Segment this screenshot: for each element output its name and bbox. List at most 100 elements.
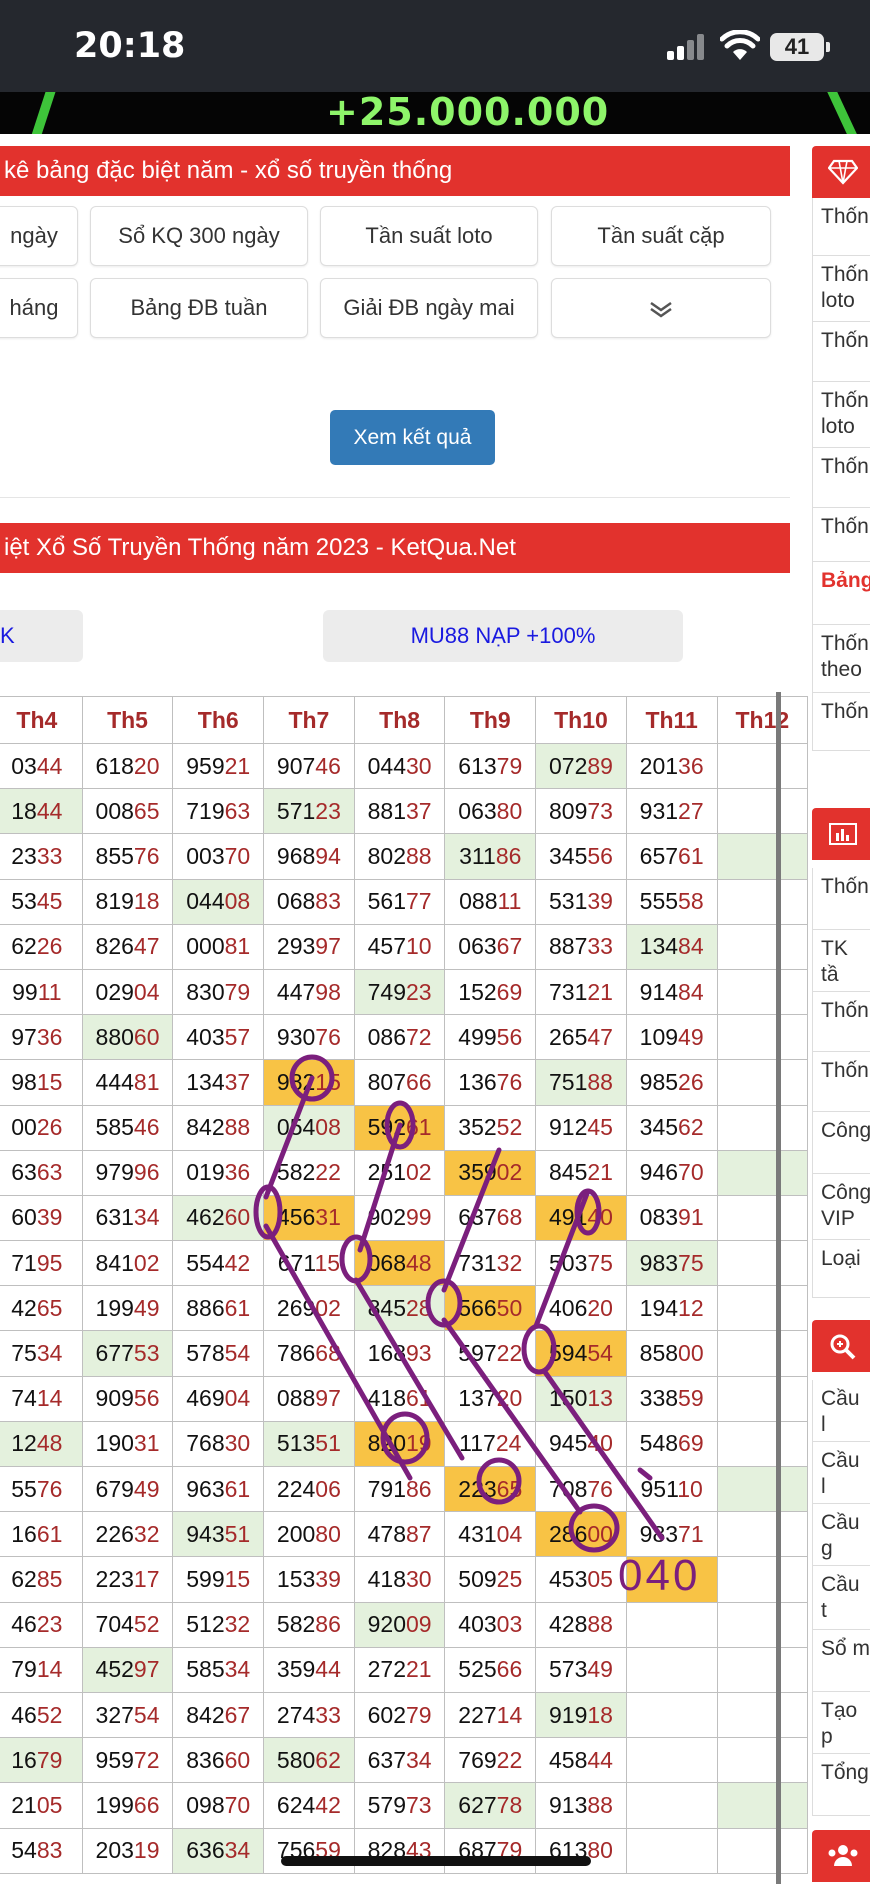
- result-cell: 45844: [535, 1737, 627, 1784]
- promo-link-mu88[interactable]: MU88 NẠP +100%: [323, 610, 683, 662]
- cell-tail-digits: 10: [405, 933, 432, 960]
- cell-prefix: 677: [95, 1340, 134, 1367]
- sidebar-link[interactable]: Thốn: [812, 868, 870, 930]
- result-cell: 1844: [0, 788, 83, 835]
- cell-prefix: 902: [367, 1204, 406, 1231]
- sidebar-link[interactable]: Thốn: [812, 693, 870, 751]
- result-cell: 34562: [625, 1104, 718, 1151]
- cell-prefix: 637: [367, 1746, 406, 1773]
- sidebar-link[interactable]: Tổng: [812, 1754, 870, 1816]
- cell-tail-digits: 14: [36, 1656, 63, 1683]
- table-row: 9911 02904 83079 44798 74923 15269 73121 91484: [0, 968, 809, 1016]
- nav-button-days[interactable]: ngày: [0, 206, 78, 266]
- cell-tail-digits: 61: [224, 1475, 251, 1502]
- cell-prefix: 613: [458, 752, 497, 779]
- view-results-button[interactable]: Xem kết quả: [330, 410, 495, 465]
- cell-prefix: 251: [367, 1159, 406, 1186]
- cell-prefix: 044: [367, 752, 406, 779]
- result-cell: 90746: [263, 742, 355, 790]
- sidebar-link[interactable]: Thốn loto: [812, 256, 870, 322]
- result-cell: 85800: [625, 1330, 718, 1377]
- promo-link-left[interactable]: K: [0, 610, 83, 662]
- nav-button-loto-frequency[interactable]: Tần suất loto: [320, 206, 538, 266]
- table-row: 6039 63134 46260 45631 90299 63768 49140 08391: [0, 1194, 809, 1242]
- cell-tail-digits: 56: [133, 1385, 160, 1412]
- sidebar-link[interactable]: Thốn: [812, 322, 870, 382]
- result-cell: 65761: [625, 833, 718, 880]
- result-cell: 13437: [172, 1059, 265, 1106]
- sidebar-link[interactable]: Cầu t: [812, 1566, 870, 1630]
- cell-tail-digits: 66: [133, 1791, 160, 1818]
- cell-prefix: 083: [639, 1204, 679, 1231]
- promo-banner[interactable]: +25.000.000: [0, 92, 870, 134]
- sidebar-link[interactable]: Sổ m: [812, 1630, 870, 1692]
- sidebar-link[interactable]: Cầu l: [812, 1380, 870, 1442]
- cell-tail-digits: 58: [678, 888, 704, 915]
- nav-button-month[interactable]: háng: [0, 278, 78, 338]
- sidebar-link[interactable]: Thốn loto: [812, 382, 870, 448]
- cell-tail-digits: 47: [133, 933, 160, 960]
- cell-prefix: 53: [11, 888, 37, 915]
- cell-tail-digits: 65: [133, 797, 160, 824]
- result-cell: 90299: [353, 1194, 446, 1242]
- table-row: 7914 45297 58534 35944 27221 52566 57349: [0, 1646, 809, 1693]
- cell-tail-digits: 68: [496, 1204, 523, 1231]
- nav-button-weekly-table[interactable]: Bảng ĐB tuần: [90, 278, 308, 338]
- result-cell: 20319: [81, 1827, 174, 1874]
- result-cell: 27221: [353, 1646, 446, 1693]
- sidebar-link[interactable]: TK tầ: [812, 930, 870, 992]
- result-cell: 2333: [0, 833, 83, 880]
- cell-tail-digits: 17: [133, 1565, 160, 1592]
- sidebar-link[interactable]: Thốn: [812, 448, 870, 508]
- cell-prefix: 809: [548, 797, 588, 824]
- cell-prefix: 548: [639, 1430, 679, 1457]
- nav-button-300-days[interactable]: Sổ KQ 300 ngày: [90, 206, 308, 266]
- sidebar-link[interactable]: Bảng: [812, 562, 870, 625]
- result-cell: 4265: [0, 1285, 83, 1332]
- result-cell: 96894: [263, 833, 355, 880]
- section-title-results-text: iệt Xổ Số Truyền Thống năm 2023 - KetQua…: [4, 534, 516, 561]
- cell-tail-digits: 23: [405, 978, 432, 1005]
- home-indicator[interactable]: [281, 1856, 591, 1866]
- cell-tail-digits: 88: [405, 842, 432, 869]
- nav-button-pair-frequency[interactable]: Tần suất cặp: [551, 206, 771, 266]
- sidebar-link[interactable]: Công VIP: [812, 1174, 870, 1240]
- cell-prefix: 636: [186, 1837, 225, 1864]
- cell-tail-digits: 79: [496, 752, 523, 779]
- sidebar-link[interactable]: Thốn: [812, 992, 870, 1052]
- cell-tail-digits: 04: [224, 1385, 251, 1412]
- sidebar-link[interactable]: Cầu l: [812, 1442, 870, 1504]
- sidebar-link[interactable]: Thốn: [812, 1052, 870, 1112]
- result-cell: 76830: [172, 1420, 265, 1468]
- result-cell: 93127: [625, 788, 718, 835]
- result-cell: 6363: [0, 1149, 83, 1196]
- cell-tail-digits: 36: [678, 752, 704, 779]
- nav-button-tomorrow[interactable]: Giải ĐB ngày mai: [320, 278, 538, 338]
- table-row: 7414 90956 46904 08897 41861 13720 15013 33859: [0, 1375, 809, 1422]
- result-cell: 94351: [172, 1511, 265, 1558]
- sidebar-link[interactable]: Thốn theo: [812, 625, 870, 693]
- cell-tail-digits: 49: [587, 1656, 613, 1683]
- result-cell: 08811: [444, 878, 537, 925]
- cell-tail-digits: 44: [36, 797, 63, 824]
- sidebar-link[interactable]: Thốn: [812, 508, 870, 562]
- cell-prefix: 286: [548, 1520, 588, 1547]
- result-cell: 19966: [81, 1782, 174, 1829]
- sidebar-link[interactable]: Tạo p: [812, 1692, 870, 1754]
- cell-tail-digits: 86: [405, 1475, 432, 1502]
- sidebar-link[interactable]: Công: [812, 1112, 870, 1174]
- result-cell: [716, 1104, 809, 1151]
- sidebar-link[interactable]: Thốn: [812, 198, 870, 256]
- sidebar-link[interactable]: Cầu g: [812, 1504, 870, 1566]
- cell-prefix: 982: [276, 1068, 316, 1095]
- cell-tail-digits: 39: [315, 1565, 341, 1592]
- result-cell: 49956: [444, 1014, 537, 1061]
- cell-prefix: 269: [276, 1294, 316, 1321]
- cell-prefix: 909: [95, 1385, 134, 1412]
- cell-tail-digits: 34: [224, 1837, 251, 1864]
- nav-button-more[interactable]: [551, 278, 771, 338]
- cell-tail-digits: 88: [587, 1611, 613, 1638]
- sidebar-link[interactable]: Loại: [812, 1240, 870, 1298]
- cell-prefix: 914: [639, 978, 679, 1005]
- cell-tail-digits: 76: [315, 1023, 341, 1050]
